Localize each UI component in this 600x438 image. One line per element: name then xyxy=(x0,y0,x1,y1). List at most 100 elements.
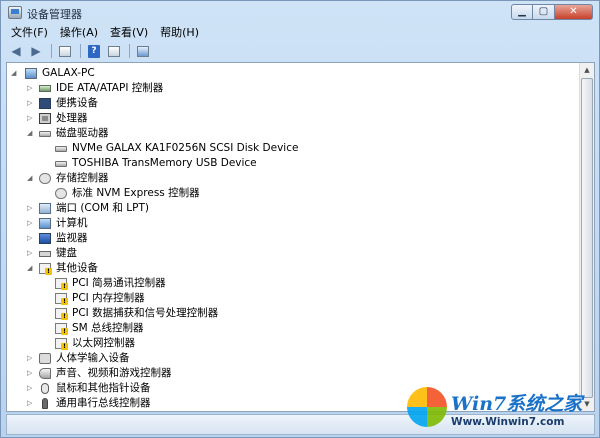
tree-child-other[interactable]: PCI 简易通讯控制器 xyxy=(43,276,543,291)
collapse-arrow-icon[interactable]: ▷ xyxy=(27,366,36,381)
monitor-icon xyxy=(39,233,51,244)
tree-child-label: PCI 数据捕获和信号处理控制器 xyxy=(72,307,219,319)
watermark: Win7系统之家 Www.Winwin7.com xyxy=(405,383,600,438)
collapse-arrow-icon[interactable]: ▷ xyxy=(27,381,36,396)
device-manager-window: 设备管理器 ▁ ▢ ✕ 文件(F) 操作(A) 查看(V) 帮助(H) ◀ ▶ … xyxy=(0,0,600,438)
tree-child-disk[interactable]: NVMe GALAX KA1F0256N SCSI Disk Device xyxy=(43,141,543,156)
tree-node-label: 其他设备 xyxy=(56,262,98,274)
menu-bar: 文件(F) 操作(A) 查看(V) 帮助(H) xyxy=(5,25,595,41)
storage-controller-icon xyxy=(55,188,67,199)
title-bar[interactable]: 设备管理器 ▁ ▢ ✕ xyxy=(1,1,599,25)
toolbar-separator xyxy=(129,44,130,58)
tree-child-other[interactable]: PCI 数据捕获和信号处理控制器 xyxy=(43,306,543,321)
tree-node-ide[interactable]: ▷ IDE ATA/ATAPI 控制器 xyxy=(27,81,427,96)
tree-root[interactable]: ◢ GALAX-PC xyxy=(11,66,411,81)
vertical-scrollbar[interactable]: ▲ ▼ xyxy=(579,63,594,411)
tree-node-portable[interactable]: ▷ 便携设备 xyxy=(27,96,427,111)
toolbar-separator xyxy=(51,44,52,58)
disk-icon xyxy=(55,161,67,167)
toolbar-separator xyxy=(80,44,81,58)
device-tree[interactable]: ◢ GALAX-PC ▷ IDE ATA/ATAPI 控制器 ▷ 便携设备 ▷ … xyxy=(6,62,595,412)
expand-arrow-icon[interactable]: ◢ xyxy=(27,171,36,186)
minimize-button[interactable]: ▁ xyxy=(511,4,533,20)
other-devices-icon xyxy=(39,263,52,275)
properties-icon[interactable] xyxy=(56,43,74,59)
collapse-arrow-icon[interactable]: ▷ xyxy=(27,111,36,126)
tree-child-other[interactable]: SM 总线控制器 xyxy=(43,321,543,336)
collapse-arrow-icon[interactable]: ▷ xyxy=(27,246,36,261)
tree-child-label: NVMe GALAX KA1F0256N SCSI Disk Device xyxy=(72,142,299,154)
collapse-arrow-icon[interactable]: ▷ xyxy=(27,81,36,96)
tree-node-other-devices[interactable]: ◢ 其他设备 xyxy=(27,261,427,276)
tree-node-computer[interactable]: ▷ 计算机 xyxy=(27,216,427,231)
expand-arrow-icon[interactable]: ◢ xyxy=(27,126,36,141)
tree-node-disk-drives[interactable]: ◢ 磁盘驱动器 xyxy=(27,126,427,141)
keyboard-icon xyxy=(39,251,51,257)
collapse-arrow-icon[interactable]: ▷ xyxy=(27,231,36,246)
view-icon[interactable] xyxy=(105,43,123,59)
warning-device-icon xyxy=(55,278,68,290)
help-icon[interactable]: ? xyxy=(85,43,103,59)
tree-child-other[interactable]: PCI 内存控制器 xyxy=(43,291,543,306)
port-icon xyxy=(39,203,51,214)
tree-child-label: 以太网控制器 xyxy=(72,337,135,349)
tree-node-label: IDE ATA/ATAPI 控制器 xyxy=(56,82,164,94)
tree-node-sound[interactable]: ▷ 声音、视频和游戏控制器 xyxy=(27,366,427,381)
tree-child-label: SM 总线控制器 xyxy=(72,322,144,334)
sound-icon xyxy=(39,368,51,379)
warning-device-icon xyxy=(55,308,68,320)
disk-drive-icon xyxy=(39,131,51,137)
tree-child-storage[interactable]: 标准 NVM Express 控制器 xyxy=(43,186,543,201)
forward-arrow-icon[interactable]: ▶ xyxy=(27,43,45,59)
mouse-icon xyxy=(41,383,49,394)
tree-node-label: 人体学输入设备 xyxy=(56,352,130,364)
tree-child-disk[interactable]: TOSHIBA TransMemory USB Device xyxy=(43,156,543,171)
scroll-up-icon[interactable]: ▲ xyxy=(580,63,594,77)
window-title: 设备管理器 xyxy=(27,8,82,21)
storage-controller-icon xyxy=(39,173,51,184)
tree-node-mice[interactable]: ▷ 鼠标和其他指针设备 xyxy=(27,381,427,396)
toolbar: ◀ ▶ ? xyxy=(5,41,595,61)
tree-child-label: PCI 内存控制器 xyxy=(72,292,145,304)
tree-node-storage-controllers[interactable]: ◢ 存储控制器 xyxy=(27,171,427,186)
collapse-arrow-icon[interactable]: ▷ xyxy=(27,201,36,216)
ide-icon xyxy=(39,85,51,92)
scroll-thumb[interactable] xyxy=(581,78,593,398)
menu-view[interactable]: 查看(V) xyxy=(104,25,154,41)
computer-icon xyxy=(25,68,37,79)
scan-hardware-icon[interactable] xyxy=(134,43,152,59)
tree-node-label: 磁盘驱动器 xyxy=(56,127,109,139)
device-manager-app-icon xyxy=(8,6,22,19)
collapse-arrow-icon[interactable]: ▷ xyxy=(27,216,36,231)
collapse-arrow-icon[interactable]: ▷ xyxy=(27,96,36,111)
tree-node-monitors[interactable]: ▷ 监视器 xyxy=(27,231,427,246)
tree-node-label: 监视器 xyxy=(56,232,88,244)
tree-node-hid[interactable]: ▷ 人体学输入设备 xyxy=(27,351,427,366)
tree-node-label: 便携设备 xyxy=(56,97,98,109)
portable-device-icon xyxy=(39,98,51,109)
expand-arrow-icon[interactable]: ◢ xyxy=(11,66,20,81)
tree-node-processor[interactable]: ▷ 处理器 xyxy=(27,111,427,126)
tree-node-usb[interactable]: ▷ 通用串行总线控制器 xyxy=(27,396,427,411)
tree-node-label: 键盘 xyxy=(56,247,77,259)
tree-node-label: 端口 (COM 和 LPT) xyxy=(56,202,149,214)
tree-node-ports[interactable]: ▷ 端口 (COM 和 LPT) xyxy=(27,201,427,216)
maximize-button[interactable]: ▢ xyxy=(533,4,555,20)
windows-logo-icon xyxy=(407,387,447,427)
menu-help[interactable]: 帮助(H) xyxy=(154,25,205,41)
expand-arrow-icon[interactable]: ◢ xyxy=(27,261,36,276)
processor-icon xyxy=(39,113,51,124)
back-arrow-icon[interactable]: ◀ xyxy=(7,43,25,59)
tree-node-label: 计算机 xyxy=(56,217,88,229)
tree-child-other[interactable]: 以太网控制器 xyxy=(43,336,543,351)
watermark-brand: Win7系统之家 xyxy=(451,393,583,415)
menu-file[interactable]: 文件(F) xyxy=(5,25,54,41)
tree-node-label: 声音、视频和游戏控制器 xyxy=(56,367,172,379)
collapse-arrow-icon[interactable]: ▷ xyxy=(27,396,36,411)
tree-node-keyboards[interactable]: ▷ 键盘 xyxy=(27,246,427,261)
warning-device-icon xyxy=(55,293,68,305)
menu-action[interactable]: 操作(A) xyxy=(54,25,104,41)
tree-node-label: 鼠标和其他指针设备 xyxy=(56,382,151,394)
collapse-arrow-icon[interactable]: ▷ xyxy=(27,351,36,366)
close-button[interactable]: ✕ xyxy=(555,4,593,20)
